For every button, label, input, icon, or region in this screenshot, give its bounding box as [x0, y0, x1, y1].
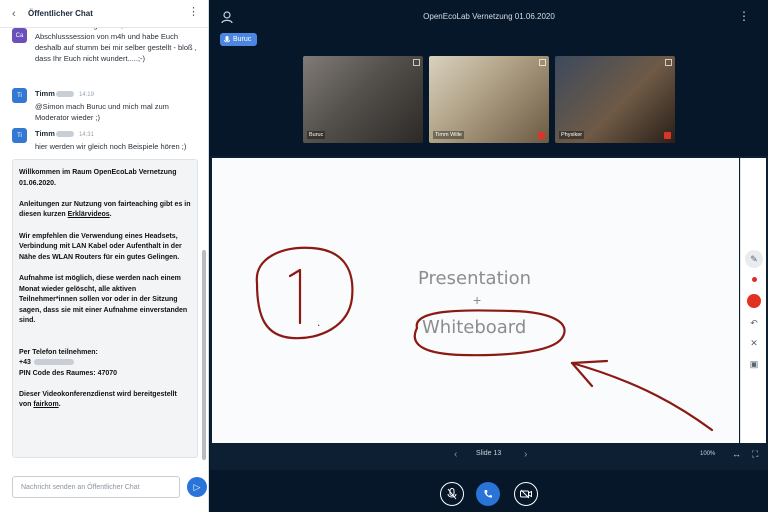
camera-off-icon: [520, 489, 532, 499]
phone-icon: [484, 490, 492, 498]
presentation-area: Presentation + Whiteboard . ✎ ↶ ✕ ▣ ‹ Sl…: [210, 156, 768, 470]
message-text: Timm 14:31 hier werden wir gleich noch B…: [35, 128, 205, 152]
redacted-phone: [33, 359, 74, 366]
avatar: Ca: [12, 28, 27, 43]
muted-icon: [538, 132, 545, 139]
chat-options-icon[interactable]: ⋮: [188, 7, 199, 18]
chat-header: ‹ Öffentlicher Chat ⋮: [0, 0, 209, 28]
message-sender: Timm: [35, 129, 55, 138]
annotation-number: [288, 268, 302, 325]
top-bar: OpenEcoLab Vernetzung 01.06.2020 ⋮: [210, 0, 768, 34]
message-text: Timm 14:19 @Simon mach Buruc und mich ma…: [35, 88, 205, 123]
microphone-muted-icon: [447, 488, 457, 500]
redacted-name: [55, 131, 74, 138]
multi-user-icon[interactable]: ▣: [745, 355, 763, 373]
welcome-message: Willkommen im Raum OpenEcoLab Vernetzung…: [12, 159, 198, 458]
message-time: 14:19: [78, 92, 94, 98]
message-content: @Simon mach Buruc und mich mal zum Moder…: [35, 102, 169, 122]
whiteboard-toolbar: ✎ ↶ ✕ ▣: [740, 158, 766, 443]
share-webcam-button[interactable]: [514, 482, 538, 506]
avatar: Ti: [12, 88, 27, 103]
video-user-name: Buruc: [307, 131, 326, 139]
explainer-videos-link[interactable]: Erklärvideos: [68, 211, 110, 218]
phone-label: Per Telefon teilnehmen:: [19, 348, 98, 356]
annotation-circle: [255, 246, 354, 340]
message-sender: Timm: [35, 89, 55, 98]
leave-audio-button[interactable]: [476, 482, 500, 506]
chat-title: Öffentlicher Chat: [28, 9, 93, 18]
phone-number: +43: [19, 358, 191, 369]
undo-icon[interactable]: ↶: [745, 314, 763, 332]
message-content: bin schon mal eingetreten, aber noch hal…: [35, 28, 197, 63]
thickness-dot-icon: [751, 276, 757, 282]
chat-message: Ti Timm 14:19 @Simon mach Buruc und mich…: [12, 88, 200, 122]
welcome-recording-text: Aufnahme ist möglich, diese werden nach …: [19, 274, 188, 325]
annotation-arrow: [570, 361, 714, 432]
talking-indicator: Buruc: [220, 33, 258, 46]
muted-icon: [664, 132, 671, 139]
previous-slide-button[interactable]: ‹: [454, 449, 457, 460]
annotation-dot: .: [317, 315, 320, 329]
chat-message: Ca bin schon mal eingetreten, aber noch …: [12, 28, 200, 70]
send-icon: ▷: [193, 481, 201, 492]
message-time: 14:31: [78, 132, 94, 138]
fairkom-link[interactable]: fairkom: [33, 401, 58, 408]
mute-microphone-button[interactable]: [440, 482, 464, 506]
fit-width-icon[interactable]: ↔: [732, 449, 741, 459]
clear-icon[interactable]: ✕: [745, 334, 763, 352]
pencil-tool-icon[interactable]: ✎: [745, 250, 763, 268]
action-bar: [210, 470, 768, 512]
whiteboard-annotations: .: [255, 246, 714, 432]
welcome-line: Willkommen im Raum: [19, 169, 94, 176]
video-tile[interactable]: Buruc: [303, 56, 423, 143]
fullscreen-icon[interactable]: ⛶: [752, 449, 758, 460]
punctuation: .: [58, 401, 61, 409]
message-content: hier werden wir gleich noch Beispiele hö…: [35, 142, 187, 151]
back-chevron-icon[interactable]: ‹: [12, 8, 24, 20]
welcome-headset-text: Wir empfehlen die Verwendung eines Heads…: [19, 232, 182, 261]
slide-selector[interactable]: Slide 13: [476, 450, 501, 457]
video-tile[interactable]: Timm Wille: [429, 56, 549, 143]
message-text: bin schon mal eingetreten, aber noch hal…: [35, 28, 205, 64]
next-slide-button[interactable]: ›: [524, 449, 527, 460]
microphone-icon: [224, 35, 230, 42]
send-message-button[interactable]: ▷: [187, 477, 207, 497]
phone-prefix: +43: [19, 359, 31, 367]
chat-message-input[interactable]: Nachricht senden an Öffentlicher Chat: [12, 476, 180, 498]
chat-message: Ti Timm 14:31 hier werden wir gleich noc…: [12, 128, 200, 152]
meeting-title: OpenEcoLab Vernetzung 01.06.2020: [423, 12, 555, 21]
annotation-ellipse: [413, 309, 566, 357]
thickness-tool[interactable]: [745, 270, 763, 288]
video-user-name: Timm Wille: [433, 131, 464, 139]
expand-icon[interactable]: [413, 59, 420, 66]
punctuation: .: [109, 211, 112, 219]
meeting-area: OpenEcoLab Vernetzung 01.06.2020 ⋮ Buruc…: [210, 0, 768, 512]
color-tool[interactable]: [745, 292, 763, 310]
color-swatch-icon: [747, 294, 761, 308]
video-user-name: Physiker: [559, 131, 585, 139]
avatar: Ti: [12, 128, 27, 143]
chat-panel: ‹ Öffentlicher Chat ⋮ Ca bin schon mal e…: [0, 0, 209, 512]
chat-scrollbar[interactable]: [202, 250, 206, 460]
expand-icon[interactable]: [665, 59, 672, 66]
zoom-level[interactable]: 100%: [700, 451, 715, 457]
redacted-name: [55, 91, 74, 98]
whiteboard-slide[interactable]: Presentation + Whiteboard .: [212, 158, 739, 443]
slide-controls: ‹ Slide 13 › 100% ↔ ⛶: [212, 445, 766, 467]
expand-icon[interactable]: [539, 59, 546, 66]
video-tile[interactable]: Physiker: [555, 56, 675, 143]
options-menu-icon[interactable]: ⋮: [738, 10, 750, 22]
talker-name: Buruc: [233, 36, 252, 43]
pin-code: PIN Code des Raumes: 47070: [19, 369, 118, 377]
